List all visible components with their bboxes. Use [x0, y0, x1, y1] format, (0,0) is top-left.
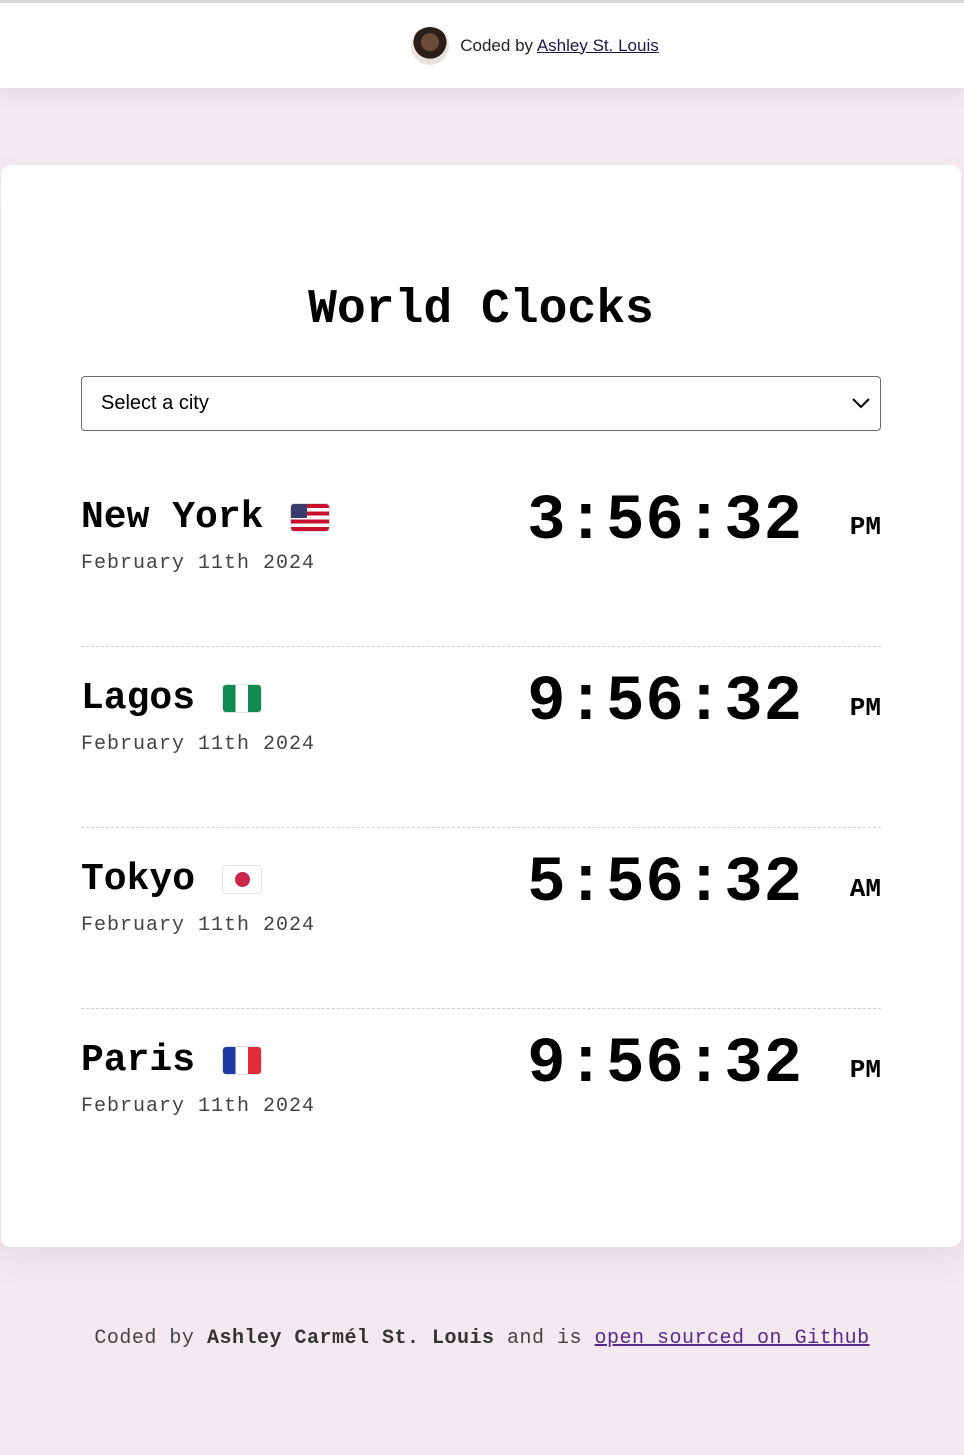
coded-by-prefix: Coded by [460, 35, 534, 55]
city-select-value: Select a city [101, 392, 209, 414]
city-ampm: AM [849, 874, 881, 904]
city-name-label: Tokyo [81, 858, 196, 901]
city-date: February 11th 2024 [81, 914, 316, 937]
city-ampm: PM [849, 693, 881, 723]
chevron-down-icon [852, 398, 870, 409]
jp-flag-icon [223, 866, 262, 893]
city-name: Paris [81, 1039, 262, 1082]
city-ampm: PM [849, 1055, 881, 1085]
city-row-tokyo: Tokyo February 11th 2024 5:56:32 AM [81, 828, 881, 1009]
city-time: 9:56:32 [527, 1029, 803, 1101]
city-name-label: Paris [81, 1039, 196, 1082]
city-name-label: Lagos [81, 677, 196, 720]
us-flag-icon [291, 504, 330, 531]
city-name: Tokyo [81, 858, 262, 901]
footer: Coded by Ashley Carmél St. Louis and is … [0, 1327, 964, 1350]
city-name-label: New York [81, 496, 264, 539]
city-row-paris: Paris February 11th 2024 9:56:32 PM [81, 1009, 881, 1190]
city-time: 5:56:32 [527, 848, 803, 920]
footer-prefix: Coded by [94, 1327, 195, 1350]
city-time: 9:56:32 [527, 667, 803, 739]
city-row-lagos: Lagos February 11th 2024 9:56:32 PM [81, 647, 881, 828]
city-name: Lagos [81, 677, 262, 720]
city-row-new-york: New York February 11th 2024 3:56:32 PM [81, 466, 881, 647]
author-link[interactable]: Ashley St. Louis [537, 36, 659, 55]
footer-author: Ashley Carmél St. Louis [206, 1327, 495, 1350]
footer-middle: and is [507, 1327, 583, 1350]
city-ampm: PM [849, 512, 881, 542]
city-select[interactable]: Select a city [81, 376, 881, 431]
city-date: February 11th 2024 [81, 1095, 316, 1118]
city-date: February 11th 2024 [81, 552, 316, 575]
attribution: Coded by Ashley St. Louis [411, 26, 659, 65]
coded-by-text: Coded by Ashley St. Louis [460, 36, 658, 56]
ng-flag-icon [223, 685, 262, 712]
page-title: World Clocks [308, 283, 654, 337]
fr-flag-icon [223, 1047, 262, 1074]
city-date: February 11th 2024 [81, 733, 316, 756]
top-bar: Coded by Ashley St. Louis [0, 0, 964, 88]
github-link[interactable]: open sourced on Github [595, 1327, 870, 1350]
city-name: New York [81, 496, 330, 539]
author-avatar [411, 26, 450, 65]
world-clocks-card: World Clocks Select a city New York Febr… [1, 165, 961, 1247]
city-time: 3:56:32 [527, 486, 803, 558]
